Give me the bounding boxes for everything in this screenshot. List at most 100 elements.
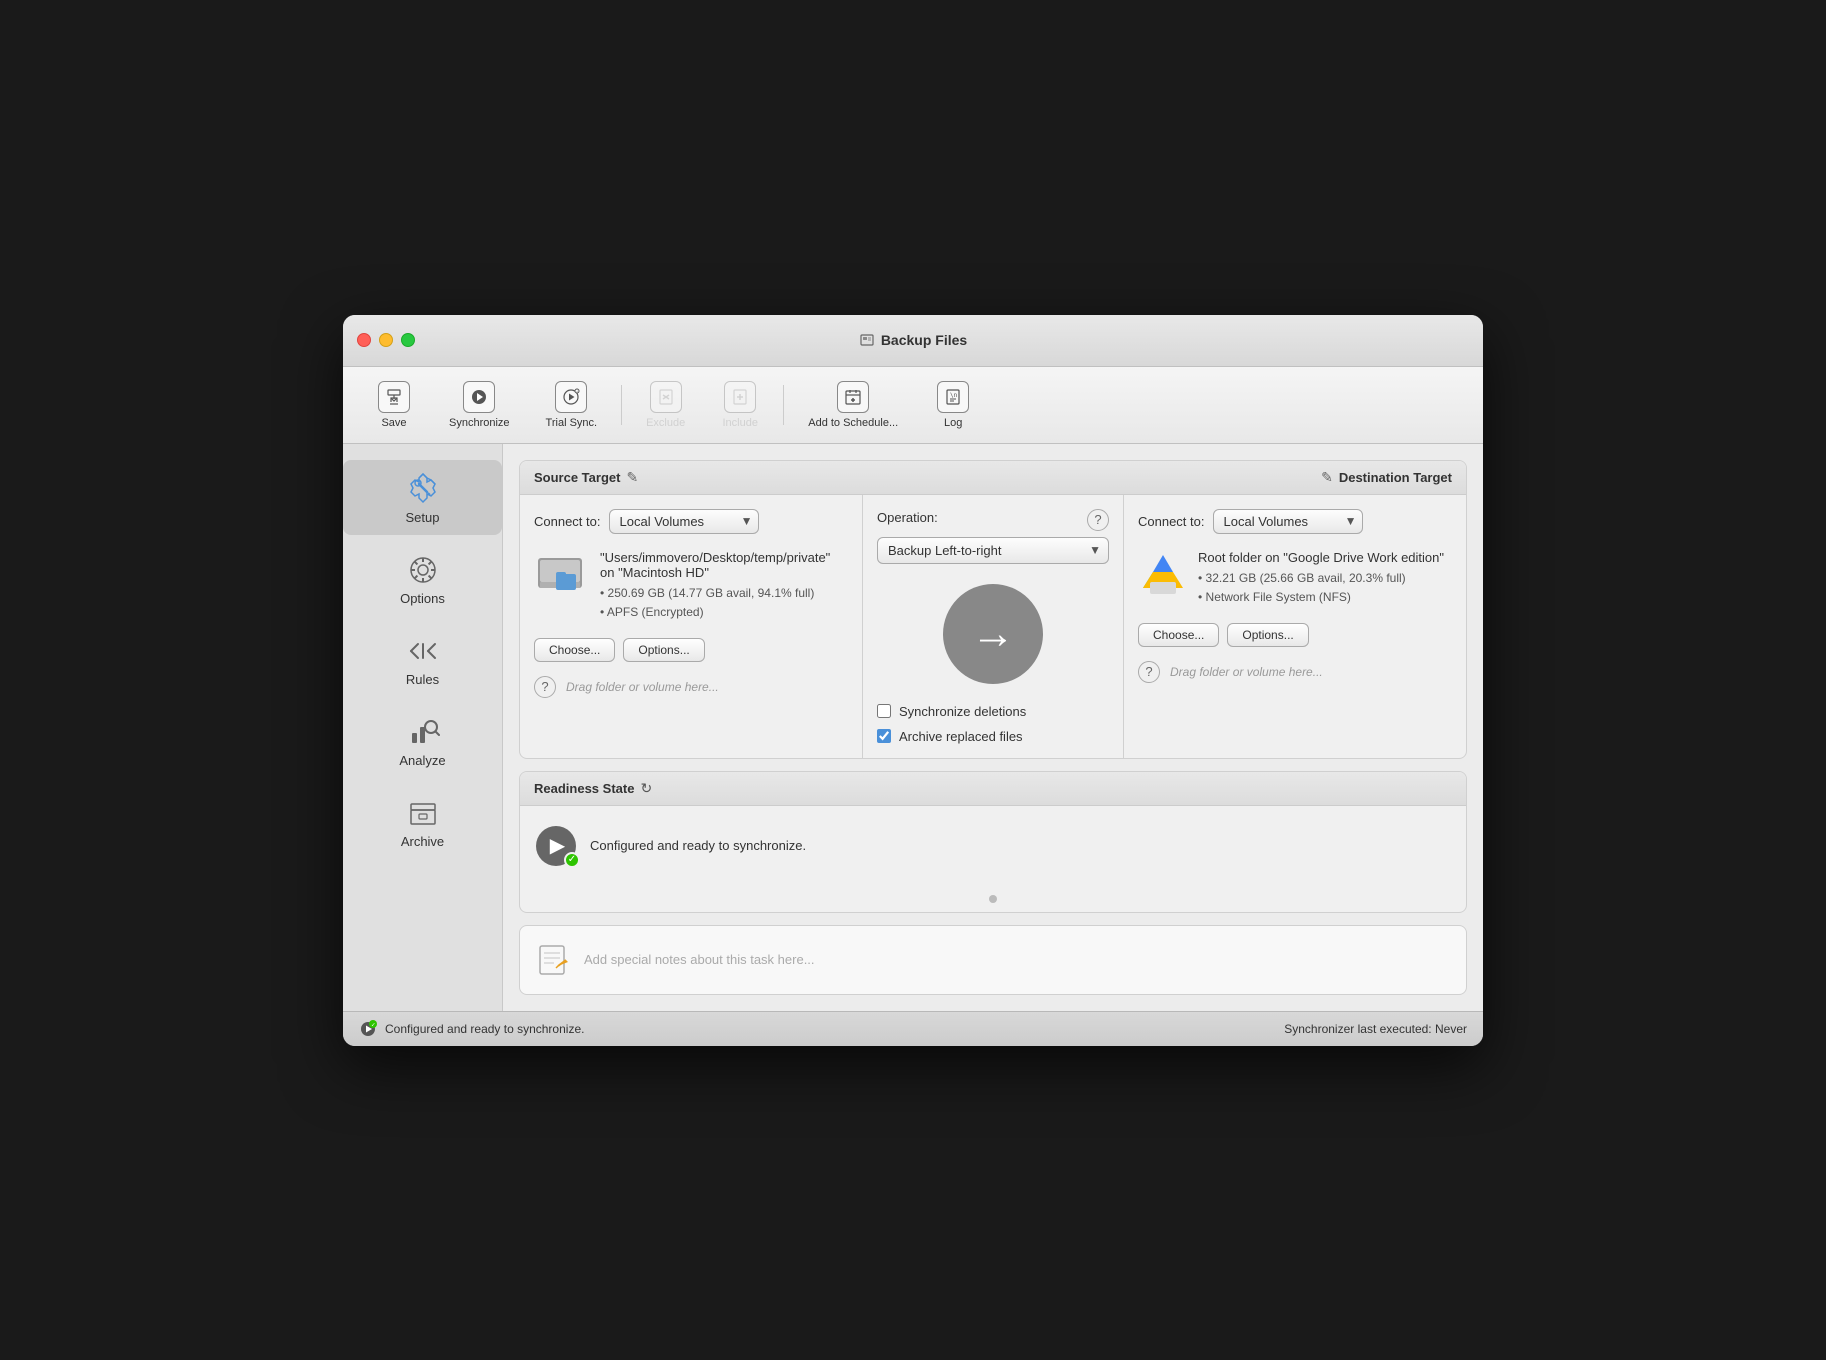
synchronize-icon	[463, 381, 495, 413]
traffic-lights	[357, 333, 415, 347]
options-icon	[406, 553, 440, 587]
status-icon: ✓	[359, 1020, 377, 1038]
sidebar-item-setup[interactable]: Setup	[343, 460, 502, 535]
dest-drag-row: ? Drag folder or volume here...	[1138, 657, 1452, 687]
close-button[interactable]	[357, 333, 371, 347]
direction-arrow-circle: →	[943, 584, 1043, 684]
source-disk-format-bullet: •	[600, 605, 607, 619]
sync-deletions-row: Synchronize deletions	[877, 704, 1026, 719]
sidebar-item-archive[interactable]: Archive	[343, 786, 502, 859]
notes-panel[interactable]: Add special notes about this task here..…	[519, 925, 1467, 995]
main-window: Backup Files Save	[343, 315, 1483, 1046]
exclude-button[interactable]: Exclude	[630, 375, 701, 435]
check-badge: ✓	[564, 852, 580, 868]
source-help-button[interactable]: ?	[534, 676, 556, 698]
sync-deletions-checkbox[interactable]	[877, 704, 891, 718]
play-icon: ▶	[550, 833, 565, 858]
operation-area: Operation: ? Backup Left-to-right ▼	[863, 495, 1123, 758]
operation-header-spacer	[863, 461, 1123, 494]
op-help: ?	[1087, 509, 1109, 531]
readiness-refresh-icon[interactable]: ↻	[640, 780, 652, 797]
readiness-content: ▶ ✓ Configured and ready to synchronize.	[520, 806, 1466, 886]
source-info: "Users/immovero/Desktop/temp/private" on…	[534, 544, 848, 628]
archive-replaced-row: Archive replaced files	[877, 729, 1023, 744]
archive-icon	[406, 796, 440, 830]
add-schedule-icon	[837, 381, 869, 413]
toolbar-separator-2	[783, 385, 784, 425]
dest-help-button[interactable]: ?	[1138, 661, 1160, 683]
maximize-button[interactable]	[401, 333, 415, 347]
svg-text:\n: \n	[950, 392, 958, 399]
sidebar-item-analyze[interactable]: Analyze	[343, 705, 502, 778]
save-button[interactable]: Save	[359, 375, 429, 435]
sync-panel-body: Connect to: Local Volumes ▼	[520, 495, 1466, 758]
source-drag-row: ? Drag folder or volume here...	[534, 672, 848, 702]
minimize-button[interactable]	[379, 333, 393, 347]
source-target-panel: Connect to: Local Volumes ▼	[520, 495, 863, 758]
readiness-panel: Readiness State ↻ ▶ ✓ Configured and rea…	[519, 771, 1467, 913]
source-header: Source Target ✎	[520, 461, 863, 494]
dest-btn-row: Choose... Options...	[1138, 623, 1452, 647]
dest-info: Root folder on "Google Drive Work editio…	[1138, 544, 1452, 613]
trial-sync-button[interactable]: ✓ Trial Sync.	[530, 375, 614, 435]
source-disk-size-bullet: •	[600, 586, 608, 600]
dest-size-bullet: •	[1198, 571, 1206, 585]
source-btn-row: Choose... Options...	[534, 638, 848, 662]
dest-connect-select[interactable]: Local Volumes	[1213, 509, 1363, 534]
status-bar-left: ✓ Configured and ready to synchronize.	[359, 1020, 584, 1038]
rules-icon	[406, 634, 440, 668]
content-area: Source Target ✎ ✎ Destination Target Con…	[503, 444, 1483, 1011]
sync-targets-panel: Source Target ✎ ✎ Destination Target Con…	[519, 460, 1467, 759]
analyze-icon	[406, 715, 440, 749]
log-button[interactable]: \n Log	[918, 375, 988, 435]
operation-select[interactable]: Backup Left-to-right	[877, 537, 1109, 564]
source-options-button[interactable]: Options...	[623, 638, 704, 662]
op-help-button[interactable]: ?	[1087, 509, 1109, 531]
save-icon	[378, 381, 410, 413]
dest-path-info: Root folder on "Google Drive Work editio…	[1198, 550, 1444, 607]
dest-detail-bullet: •	[1198, 590, 1206, 604]
source-connect-row: Connect to: Local Volumes ▼	[534, 509, 848, 534]
source-path-info: "Users/immovero/Desktop/temp/private" on…	[600, 550, 848, 622]
log-icon: \n	[937, 381, 969, 413]
operation-select-wrap: Backup Left-to-right ▼	[877, 537, 1109, 564]
notes-icon	[536, 942, 572, 978]
status-bar: ✓ Configured and ready to synchronize. S…	[343, 1011, 1483, 1046]
scroll-indicator	[520, 886, 1466, 912]
dest-connect-select-wrap: Local Volumes ▼	[1213, 509, 1363, 534]
dest-edit-icon[interactable]: ✎	[1321, 469, 1333, 486]
title-bar: Backup Files	[343, 315, 1483, 367]
dest-connect-row: Connect to: Local Volumes ▼	[1138, 509, 1452, 534]
sidebar-item-options[interactable]: Options	[343, 543, 502, 616]
toolbar-separator-1	[621, 385, 622, 425]
add-schedule-button[interactable]: Add to Schedule...	[792, 375, 914, 435]
dest-drive-icon	[1138, 550, 1188, 600]
dest-header: ✎ Destination Target	[1123, 461, 1466, 494]
window-title: Backup Files	[859, 332, 967, 348]
archive-replaced-checkbox[interactable]	[877, 729, 891, 743]
source-edit-icon[interactable]: ✎	[626, 469, 638, 486]
readiness-header: Readiness State ↻	[520, 772, 1466, 806]
source-connect-select[interactable]: Local Volumes	[609, 509, 759, 534]
exclude-icon	[650, 381, 682, 413]
trial-sync-icon: ✓	[555, 381, 587, 413]
include-button[interactable]: Include	[705, 375, 775, 435]
sidebar-item-rules[interactable]: Rules	[343, 624, 502, 697]
scroll-dot	[989, 895, 997, 903]
source-drive-icon	[534, 550, 590, 600]
svg-text:✓: ✓	[371, 1022, 376, 1028]
include-icon	[724, 381, 756, 413]
setup-icon	[405, 470, 441, 506]
dest-choose-button[interactable]: Choose...	[1138, 623, 1219, 647]
sidebar: Setup Options	[343, 444, 503, 1011]
window-title-icon	[859, 332, 875, 348]
main-layout: Setup Options	[343, 444, 1483, 1011]
readiness-status-badge: ▶ ✓	[536, 826, 576, 866]
dest-target-panel: Connect to: Local Volumes ▼	[1123, 495, 1466, 758]
dest-options-button[interactable]: Options...	[1227, 623, 1308, 647]
synchronize-button[interactable]: Synchronize	[433, 375, 526, 435]
source-connect-select-wrap: Local Volumes ▼	[609, 509, 759, 534]
source-choose-button[interactable]: Choose...	[534, 638, 615, 662]
arrow-right-icon: →	[971, 612, 1015, 656]
svg-text:✓: ✓	[576, 389, 579, 393]
